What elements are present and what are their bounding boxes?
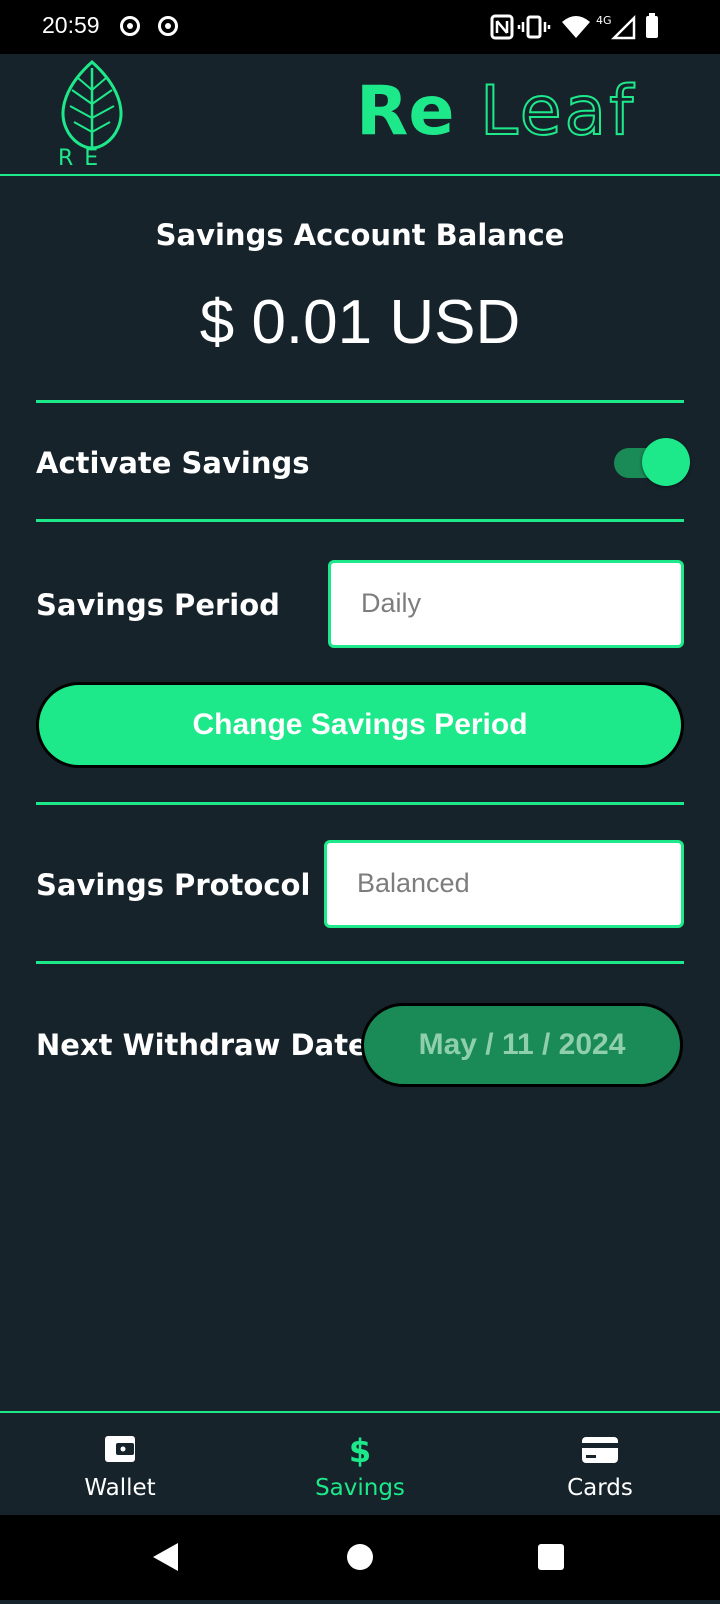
nav-label-wallet: Wallet [84, 1475, 156, 1501]
divider [36, 400, 684, 403]
leaf-logo-icon [61, 60, 123, 150]
balance-title: Savings Account Balance [155, 218, 565, 252]
status-bar: 20:59 4G [0, 0, 720, 54]
vibrate-icon [517, 15, 551, 39]
credit-card-icon [582, 1437, 618, 1463]
balance-value: $ 0.01 USD [199, 288, 521, 357]
app-header: R E Re Leaf [0, 54, 720, 176]
bottom-nav: Wallet $ Savings Cards [0, 1411, 720, 1515]
divider [36, 802, 684, 805]
nfc-icon [490, 14, 514, 40]
brand-wordmark: Re Leaf [356, 76, 636, 142]
system-nav-bar [0, 1515, 720, 1600]
nav-label-cards: Cards [567, 1475, 633, 1501]
battery-icon [646, 13, 658, 38]
divider [36, 961, 684, 964]
svg-text:$: $ [349, 1432, 371, 1467]
nav-item-wallet[interactable]: Wallet [0, 1413, 240, 1515]
logo-letters: R E [58, 146, 101, 171]
next-withdraw-date-button[interactable]: May / 11 / 2024 [361, 1003, 683, 1087]
status-time: 20:59 [42, 12, 100, 38]
network-type: 4G [596, 14, 612, 27]
divider [36, 519, 684, 522]
record-icon [120, 16, 140, 36]
change-savings-period-button[interactable]: Change Savings Period [36, 682, 684, 768]
back-icon[interactable] [153, 1543, 178, 1571]
recents-icon[interactable] [538, 1544, 564, 1570]
home-icon[interactable] [347, 1544, 373, 1570]
savings-protocol-label: Savings Protocol [36, 868, 311, 902]
toggle-thumb[interactable] [642, 438, 690, 486]
record-icon [158, 16, 178, 36]
nav-item-cards[interactable]: Cards [480, 1413, 720, 1515]
brand-bold: Re [356, 76, 454, 142]
activate-savings-label: Activate Savings [36, 446, 310, 480]
brand-outline: Leaf [480, 76, 636, 142]
nav-label-savings: Savings [315, 1475, 405, 1501]
dollar-icon: $ [349, 1432, 371, 1467]
wallet-icon [105, 1436, 135, 1462]
next-withdraw-label: Next Withdraw Date [36, 1028, 368, 1062]
signal-icon [610, 14, 636, 40]
status-icons: 4G [490, 13, 658, 40]
nav-item-savings[interactable]: $ Savings [240, 1413, 480, 1515]
wifi-icon [562, 16, 590, 38]
savings-period-label: Savings Period [36, 588, 280, 622]
savings-period-field[interactable]: Daily [328, 560, 684, 648]
savings-protocol-field[interactable]: Balanced [324, 840, 684, 928]
